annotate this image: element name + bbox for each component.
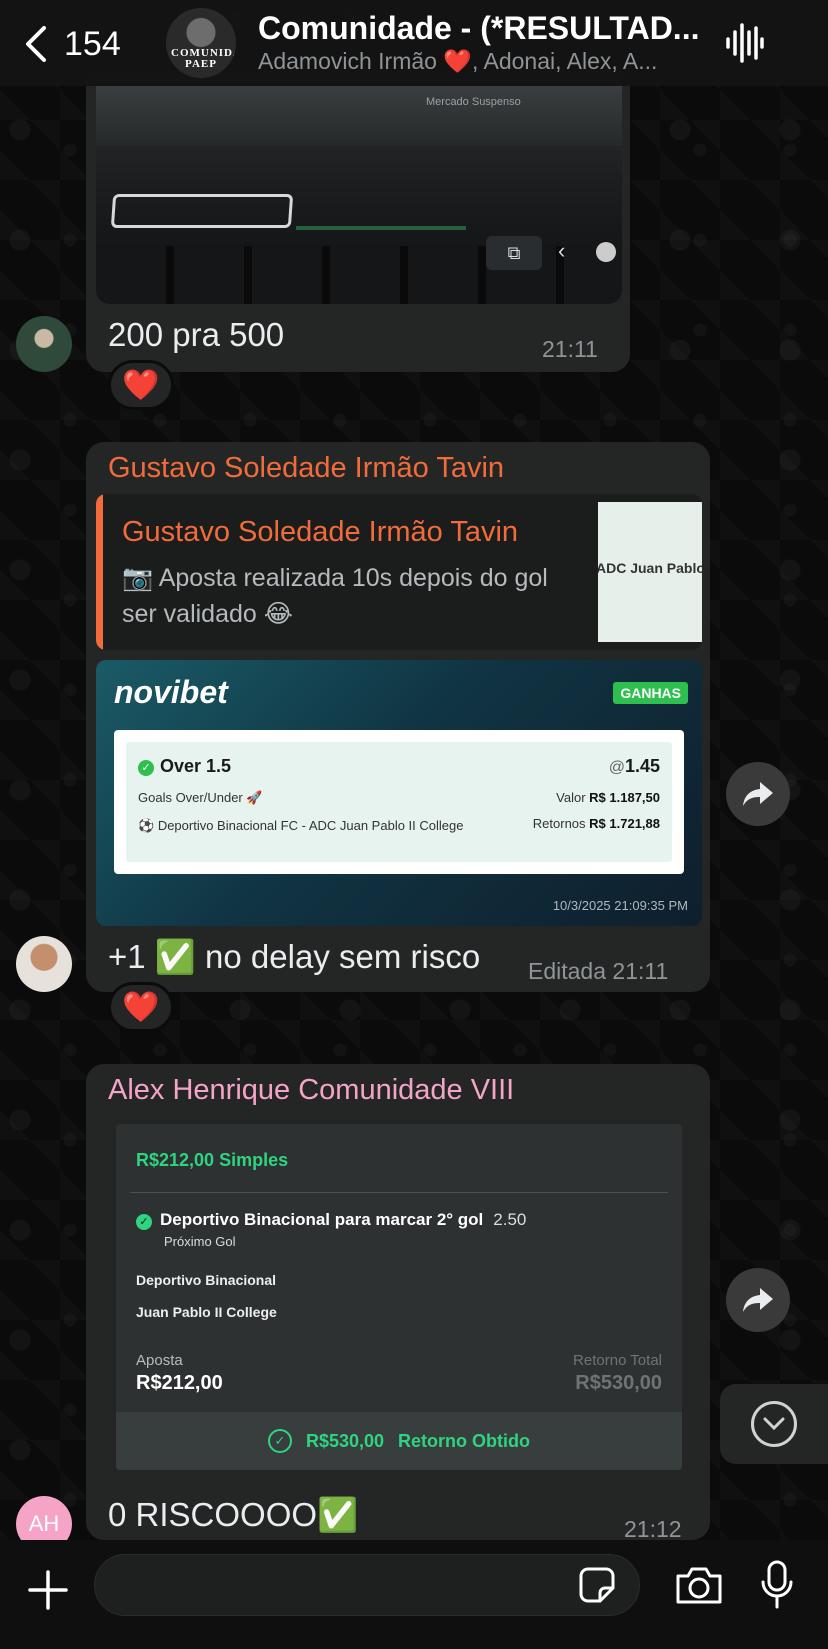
- footer-value: R$530,00: [305, 1430, 385, 1451]
- avatar[interactable]: [16, 316, 72, 372]
- bet-pick-odds: 2.50: [493, 1210, 527, 1229]
- bet-pick-label: Deportivo Binacional para marcar 2° gol: [160, 1210, 484, 1229]
- back-button[interactable]: 154: [22, 22, 121, 66]
- forward-arrow-icon: [743, 1288, 773, 1312]
- group-avatar[interactable]: COMUNIDADE PAEP: [166, 8, 236, 78]
- image-keyboard-keys: [96, 246, 622, 304]
- status-badge: GANHAS: [613, 682, 688, 704]
- image-input-box: [110, 194, 294, 228]
- image-chevron-icon: ‹: [558, 238, 566, 263]
- image-dot-icon: [596, 242, 616, 262]
- forward-button[interactable]: [726, 1268, 790, 1332]
- aposta-value: R$212,00: [136, 1372, 223, 1394]
- retorno-obtido-bar: ✓ R$530,00 Retorno Obtido: [116, 1412, 682, 1470]
- message-time: 21:12: [624, 1516, 682, 1542]
- check-icon: ✓: [138, 760, 154, 776]
- team-home: Deportivo Binacional: [136, 1272, 277, 1288]
- bet-title: R$212,00 Simples: [136, 1150, 289, 1170]
- bet-retornos: Retornos R$ 1.721,88: [533, 816, 660, 831]
- chevron-down-icon: [751, 1401, 797, 1447]
- chat-members[interactable]: Adamovich Irmão ❤️, Adonai, Alex, A...: [258, 48, 657, 75]
- bet-market-label: Over 1.5: [160, 756, 232, 776]
- footer-label: Retorno Obtido: [398, 1430, 531, 1451]
- bet-odds: @1.45: [609, 756, 660, 777]
- reaction-badge[interactable]: ❤️: [108, 982, 174, 1032]
- message-image[interactable]: Mercado Suspenso ⧉ ‹: [96, 86, 622, 304]
- retornos-value: R$ 1.721,88: [589, 816, 660, 831]
- audio-waveform-icon[interactable]: [724, 22, 764, 64]
- quote-thumbnail: ADC Juan Pablo: [598, 502, 702, 642]
- match-name: Deportivo Binacional FC - ADC Juan Pablo…: [157, 818, 464, 833]
- chat-header: 154 COMUNIDADE PAEP Comunidade - (*RESUL…: [0, 0, 828, 86]
- bet-card-inner: ✓ Over 1.5 @1.45 Goals Over/Under 🚀 Valor…: [126, 742, 672, 862]
- unread-count: 154: [64, 24, 121, 63]
- bet-market: ✓ Over 1.5: [138, 756, 231, 777]
- soccer-ball-icon: ⚽: [138, 818, 158, 833]
- reaction-badge[interactable]: ❤️: [108, 360, 174, 410]
- bet-valor: Valor R$ 1.187,50: [556, 790, 660, 805]
- scroll-to-bottom-button[interactable]: [720, 1384, 828, 1464]
- image-copy-icon: ⧉: [486, 236, 542, 270]
- quote-thumbnail-text: ADC Juan Pablo: [598, 560, 702, 576]
- group-avatar-text: COMUNIDADE PAEP: [171, 47, 236, 70]
- bet-slip-image[interactable]: novibet GANHAS ✓ Over 1.5 @1.45 Goals Ove…: [96, 660, 702, 926]
- sender-name: Alex Henrique Comunidade VIII: [108, 1074, 515, 1106]
- forward-arrow-icon: [743, 782, 773, 806]
- plus-icon[interactable]: [26, 1568, 70, 1612]
- novibet-logo: novibet: [114, 674, 228, 710]
- message-composer: [0, 1540, 828, 1649]
- heart-reaction: ❤️: [122, 368, 160, 402]
- odds-value: 1.45: [624, 756, 660, 776]
- message-text: 0 RISCOOOO✅: [108, 1496, 359, 1533]
- retornos-label: Retornos: [532, 816, 586, 831]
- message-time: Editada 21:11: [528, 958, 669, 984]
- quote-text: 📷 Aposta realizada 10s depois do gol ser…: [122, 564, 548, 628]
- check-icon: ✓: [136, 1214, 152, 1230]
- chevron-left-icon: [26, 26, 46, 62]
- retorno-value: R$530,00: [575, 1372, 662, 1394]
- divider: [130, 1192, 668, 1193]
- retorno-label: Retorno Total: [573, 1352, 662, 1369]
- message-text: +1 ✅ no delay sem risco: [108, 938, 481, 975]
- microphone-icon[interactable]: [760, 1560, 794, 1610]
- message-input[interactable]: [94, 1554, 640, 1616]
- quoted-message[interactable]: Gustavo Soledade Irmão Tavin 📷 Aposta re…: [96, 494, 702, 650]
- quote-bar: [96, 494, 103, 650]
- forward-button[interactable]: [726, 762, 790, 826]
- chat-title[interactable]: Comunidade - (*RESULTAD...: [258, 10, 699, 47]
- check-circle-icon: ✓: [267, 1429, 292, 1453]
- sticker-icon[interactable]: [578, 1566, 616, 1604]
- bet-pick-sub: Próximo Gol: [164, 1234, 236, 1249]
- odds-at: @: [608, 759, 625, 776]
- camera-icon[interactable]: [674, 1564, 724, 1606]
- avatar-initials: AH: [28, 1511, 60, 1536]
- valor-value: R$ 1.187,50: [589, 790, 660, 805]
- image-progress-line: [296, 226, 466, 230]
- message-time: 21:11: [542, 336, 598, 362]
- bet-match: ⚽ Deportivo Binacional FC - ADC Juan Pab…: [138, 816, 468, 836]
- message-text: 200 pra 500: [108, 316, 285, 353]
- bet-type: Goals Over/Under 🚀: [138, 790, 263, 805]
- bet-date: 10/3/2025 21:09:35 PM: [552, 898, 688, 913]
- aposta-label: Aposta: [136, 1352, 183, 1369]
- team-away: Juan Pablo II College: [136, 1304, 277, 1320]
- bet-card: ✓ Over 1.5 @1.45 Goals Over/Under 🚀 Valor…: [114, 730, 684, 874]
- bet-pick: ✓ Deportivo Binacional para marcar 2° gol…: [136, 1210, 526, 1230]
- image-caption-text: Mercado Suspenso: [426, 96, 521, 108]
- heart-reaction: ❤️: [122, 990, 160, 1024]
- avatar[interactable]: [16, 936, 72, 992]
- image-screen-area: [96, 86, 622, 146]
- sender-name: Gustavo Soledade Irmão Tavin: [108, 452, 505, 484]
- valor-label: Valor: [556, 790, 586, 805]
- quote-sender: Gustavo Soledade Irmão Tavin: [122, 516, 519, 548]
- bet-slip-image[interactable]: R$212,00 Simples ✓ Deportivo Binacional p…: [116, 1124, 682, 1470]
